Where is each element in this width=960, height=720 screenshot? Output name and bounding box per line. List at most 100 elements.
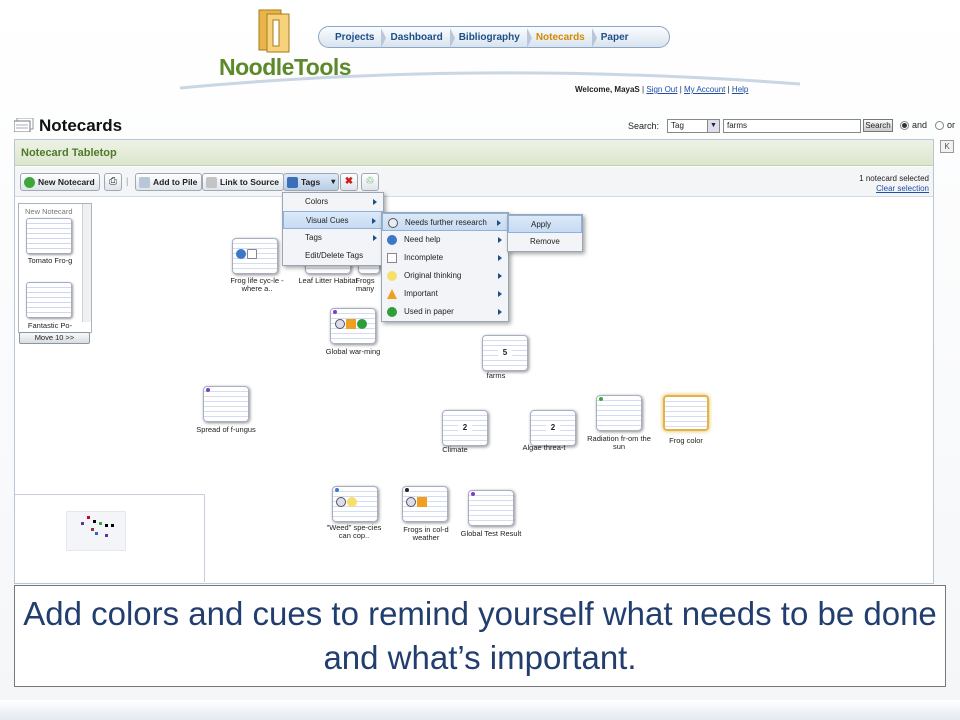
minimap-dot [111,524,114,527]
pile-card[interactable] [26,282,72,318]
lightbulb-icon [387,271,397,281]
pile-card[interactable] [26,218,72,254]
blank-page-icon [247,249,257,259]
notecard-stack[interactable]: 2 [523,403,576,446]
cue-icons [236,249,257,259]
notecard[interactable] [596,395,642,431]
notecard-pile: New Notecard Tomato Fro-g Fantastic Po- [18,203,92,333]
menu-item-label: Needs further research [405,218,487,227]
color-tag-dot [206,388,210,392]
separator: | [727,85,730,94]
notecard-label: Radiation fr-om the sun [587,434,651,451]
and-radio[interactable] [900,121,909,130]
chevron-right-icon [372,218,376,224]
notecard-stack[interactable]: 2 [435,403,488,446]
tabletop-minimap[interactable] [15,494,205,582]
magnifier-icon [336,497,346,507]
link-to-source-button[interactable]: Link to Source [202,173,285,191]
notecard[interactable] [330,308,376,344]
chevron-right-icon [373,199,377,205]
menu-item-apply[interactable]: Apply [508,215,582,233]
move-button[interactable]: Move 10 >> [19,332,90,344]
nav-projects[interactable]: Projects [329,27,387,48]
nav-paper[interactable]: Paper [595,32,639,43]
notecard-label: Climate [442,445,468,454]
notecard[interactable] [232,238,278,274]
notecard-label: Algae threa-t [522,443,566,452]
color-tag-dot [333,310,337,314]
menu-item-colors[interactable]: Colors [283,193,383,211]
notecard[interactable] [402,486,448,522]
search-field-select[interactable]: Tag ▼ [667,119,720,133]
menu-item-label: Used in paper [404,307,454,316]
bottom-bar [0,700,960,720]
tags-button[interactable]: Tags ▾ [283,173,340,191]
new-notecard-button[interactable]: New Notecard [20,173,100,191]
menu-item-tags[interactable]: Tags [283,229,383,247]
pile-label: New Notecard [25,207,73,216]
trash-button[interactable]: ♲ [361,173,379,191]
menu-item-used-in-paper[interactable]: Used in paper [382,303,508,321]
menu-item-needs-further-research[interactable]: Needs further research [382,213,508,231]
sign-out-link[interactable]: Sign Out [646,85,677,94]
nav-bibliography[interactable]: Bibliography [453,27,532,48]
notecard[interactable] [468,490,514,526]
notecard-label: Global war-ming [325,347,381,356]
and-label: and [912,120,928,130]
menu-item-remove[interactable]: Remove [508,233,582,251]
menu-item-label: Incomplete [404,253,444,262]
search-button[interactable]: Search [863,119,893,132]
color-tag-dot [599,397,603,401]
delete-x-icon: ✖ [344,176,354,187]
menu-item-incomplete[interactable]: Incomplete [382,249,508,267]
color-tag-dot [335,488,339,492]
delete-button[interactable]: ✖ [340,173,358,191]
add-to-pile-button[interactable]: Add to Pile [135,173,203,191]
welcome-text: Welcome, MayaS [575,85,640,94]
stack-count: 2 [546,421,560,435]
link-icon [206,177,217,188]
search-input[interactable]: farms [723,119,861,133]
or-radio[interactable] [935,121,944,130]
warning-icon [417,497,427,507]
main-nav: Projects Dashboard Bibliography Notecard… [318,26,670,48]
print-button[interactable]: ⎙ [104,173,122,191]
magnifier-icon [388,218,398,228]
help-link[interactable]: Help [732,85,748,94]
menu-item-original-thinking[interactable]: Original thinking [382,267,508,285]
book-logo-icon [258,9,290,53]
menu-item-need-help[interactable]: Need help [382,231,508,249]
caption-box: Add colors and cues to remind yourself w… [14,585,946,687]
menu-item-label: Apply [531,220,552,229]
blank-page-icon [387,253,397,263]
menu-item-important[interactable]: Important [382,285,508,303]
minimap-viewport[interactable] [66,511,126,551]
notecard[interactable] [332,486,378,522]
menu-item-visual-cues[interactable]: Visual Cues [283,211,383,229]
speech-bubble-icon [387,235,397,245]
chevron-right-icon [498,291,502,297]
menu-item-edit-delete-tags[interactable]: Edit/Delete Tags [283,247,383,265]
cue-icons [406,497,427,507]
stack-count: 5 [498,346,512,360]
menu-item-label: Tags [305,233,322,242]
chevron-right-icon [497,220,501,226]
search-field-value: Tag [671,121,684,130]
link-to-source-label: Link to Source [220,177,280,187]
nav-notecards[interactable]: Notecards [530,27,597,48]
clear-selection-link[interactable]: Clear selection [876,184,929,193]
menu-item-label: Need help [404,235,441,244]
tag-icon [287,177,298,188]
nav-dashboard[interactable]: Dashboard [384,27,455,48]
collapse-button[interactable]: K [940,140,954,153]
notecard-selected[interactable] [663,395,709,431]
check-circle-icon [357,319,367,329]
menu-item-label: Visual Cues [306,216,349,225]
minimap-dot [91,528,94,531]
panel-title: Notecard Tabletop [21,147,117,159]
pile-scrollbar[interactable] [82,204,91,322]
notecard-stack[interactable]: 5 [475,328,528,371]
my-account-link[interactable]: My Account [684,85,725,94]
toolbar-divider: | [126,176,129,186]
notecard[interactable] [203,386,249,422]
